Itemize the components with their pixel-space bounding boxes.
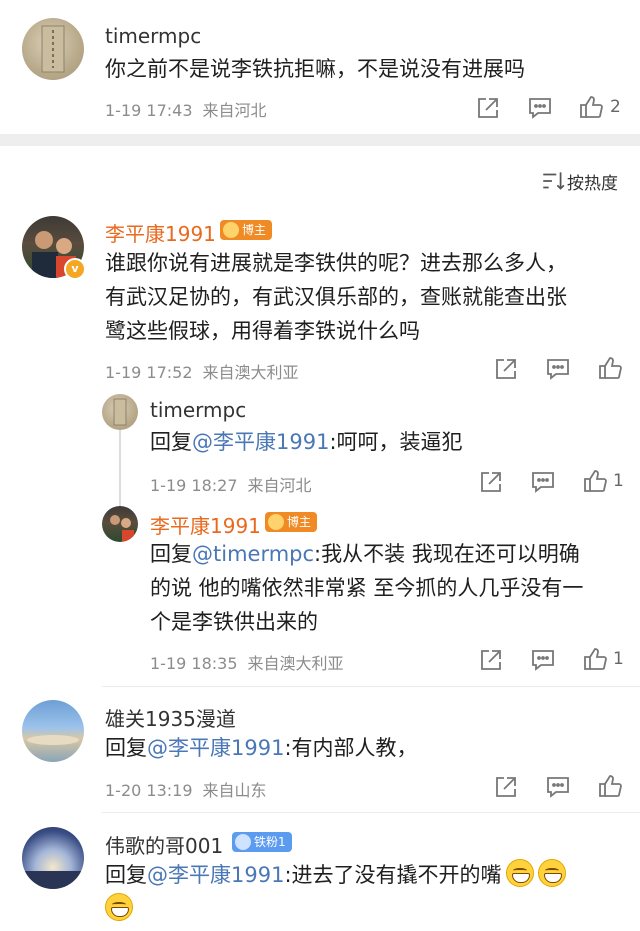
grin-emoji <box>537 859 566 887</box>
sort-icon[interactable] <box>540 168 565 192</box>
reply-location: 来自澳大利亚 <box>247 654 344 673</box>
reply-text-line: 的说 他的嘴依然非常紧 至今抓的人几乎没有一 <box>150 576 584 600</box>
reply-time: 1-19 18:35 <box>150 654 238 673</box>
reply-prefix: 回复 <box>150 430 192 454</box>
comment-username[interactable]: 伟歌的哥001 <box>105 830 223 859</box>
like-icon[interactable] <box>597 355 623 381</box>
reply-body: :呵呵，装逼犯 <box>329 430 463 454</box>
reply-text-line: 个是李铁供出来的 <box>150 610 318 634</box>
like-count: 2 <box>610 97 621 117</box>
comment-username[interactable]: 雄关1935漫道 <box>105 703 236 732</box>
comment-text-line: 有武汉足协的，有武汉俱乐部的，查账就能查出张 <box>105 285 567 309</box>
avatar[interactable] <box>102 394 138 430</box>
reply-text: 回复@李平康1991:呵呵，装逼犯 <box>150 426 463 458</box>
comment-icon[interactable] <box>530 647 556 673</box>
comment-username[interactable]: timermpc <box>105 24 201 48</box>
mention-link[interactable]: @timermpc <box>192 542 314 566</box>
blogger-badge: 博主 <box>265 512 318 532</box>
like-icon[interactable] <box>582 646 608 672</box>
comment-location: 来自山东 <box>202 781 267 800</box>
grin-emoji <box>105 893 133 921</box>
comment-text-line: 鹭这些假球，用得着李铁说什么吗 <box>105 319 420 343</box>
comment-text: 你之前不是说李铁抗拒嘛，不是说没有进展吗 <box>105 57 525 81</box>
like-icon[interactable] <box>578 94 604 120</box>
mention-link[interactable]: @李平康1991 <box>147 736 284 760</box>
badge-label: 博主 <box>242 223 267 237</box>
comment-text: 回复@李平康1991:有内部人教， <box>105 732 418 764</box>
divider <box>102 686 640 687</box>
avatar[interactable] <box>102 506 138 542</box>
comment-username[interactable]: 李平康1991 <box>105 218 216 247</box>
divider <box>102 812 640 813</box>
reply-location: 来自河北 <box>247 476 312 495</box>
like-count: 1 <box>613 471 624 491</box>
comment-icon[interactable] <box>545 356 571 382</box>
section-divider <box>0 134 640 146</box>
reply-body: :进去了没有撬不开的嘴 <box>284 863 502 887</box>
reply-username[interactable]: 李平康1991 <box>150 510 261 539</box>
grin-emoji <box>505 859 534 887</box>
badge-icon <box>235 834 251 850</box>
fan-badge: 铁粉1 <box>232 832 292 852</box>
comment-time: 1-19 17:52 <box>105 363 193 382</box>
comment-icon[interactable] <box>530 469 556 495</box>
like-icon[interactable] <box>597 773 623 799</box>
sort-label[interactable]: 按热度 <box>567 169 618 194</box>
reply-prefix: 回复 <box>105 736 147 760</box>
thread-line <box>119 430 121 506</box>
like-icon[interactable] <box>582 468 608 494</box>
reply-prefix: 回复 <box>150 542 192 566</box>
blogger-badge: 博主 <box>220 220 273 240</box>
reply-meta: 1-19 18:27 来自河北 <box>150 472 312 496</box>
like-count: 1 <box>613 649 624 669</box>
share-icon[interactable] <box>478 469 504 495</box>
comment-icon[interactable] <box>545 774 571 800</box>
avatar[interactable] <box>22 18 84 80</box>
comment-location: 来自河北 <box>202 101 267 120</box>
avatar[interactable] <box>22 700 84 762</box>
share-icon[interactable] <box>478 647 504 673</box>
comment-meta: 1-19 17:52 来自澳大利亚 <box>105 359 299 383</box>
comment-time: 1-19 17:43 <box>105 101 193 120</box>
badge-label: 铁粉1 <box>254 835 286 849</box>
reply-meta: 1-19 18:35 来自澳大利亚 <box>150 650 344 674</box>
comment-time: 1-20 13:19 <box>105 781 193 800</box>
verified-icon: v <box>64 258 86 280</box>
comment-text: 回复@李平康1991:进去了没有撬不开的嘴 <box>105 859 566 891</box>
reply-prefix: 回复 <box>105 863 147 887</box>
badge-icon <box>223 222 239 238</box>
mention-link[interactable]: @李平康1991 <box>192 430 329 454</box>
reply-time: 1-19 18:27 <box>150 476 238 495</box>
comment-location: 来自澳大利亚 <box>202 363 299 382</box>
reply-username[interactable]: timermpc <box>150 398 246 422</box>
share-icon[interactable] <box>475 95 501 121</box>
comment-icon[interactable] <box>527 95 553 121</box>
share-icon[interactable] <box>493 356 519 382</box>
mention-link[interactable]: @李平康1991 <box>147 863 284 887</box>
reply-body: :我从不装 我现在还可以明确 <box>314 542 580 566</box>
badge-label: 博主 <box>287 515 312 529</box>
comment-text-line <box>101 893 133 925</box>
avatar[interactable] <box>22 827 84 889</box>
reply-body: :有内部人教， <box>284 736 418 760</box>
badge-icon <box>268 514 284 530</box>
comment-meta: 1-20 13:19 来自山东 <box>105 777 267 801</box>
comment-text-line: 谁跟你说有进展就是李铁供的呢？进去那么多人， <box>105 251 567 275</box>
reply-text: 回复@timermpc:我从不装 我现在还可以明确 <box>150 538 580 570</box>
share-icon[interactable] <box>493 774 519 800</box>
comment-meta: 1-19 17:43 来自河北 <box>105 97 267 121</box>
